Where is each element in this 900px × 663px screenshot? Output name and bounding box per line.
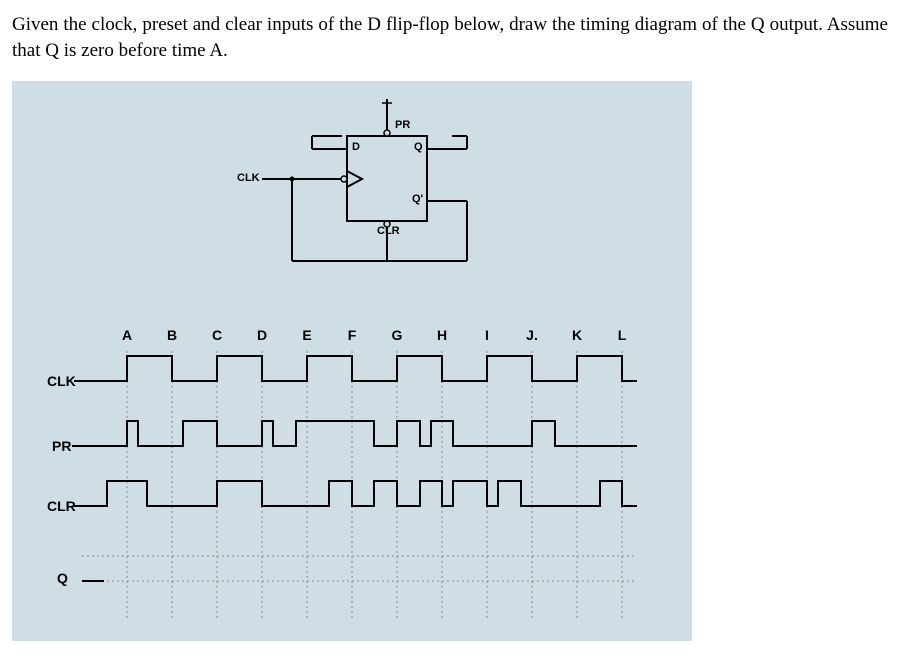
sig-q-label: Q [57,570,68,586]
figure-panel: PR D Q CLK Q' CLR [12,81,692,641]
sig-pr-label: PR [52,438,71,454]
clr-waveform [82,481,637,506]
question-prompt: Given the clock, preset and clear inputs… [12,12,888,63]
sig-clk-label: CLK [47,373,76,389]
pin-d-label: D [352,141,360,153]
pin-qbar-label: Q' [412,193,423,205]
flipflop-symbol [12,81,692,321]
time-label: C [212,327,222,343]
time-label: G [392,327,403,343]
pin-q-label: Q [414,141,423,153]
pin-clk-label: CLK [237,172,260,184]
pin-pr-label: PR [395,119,410,131]
time-label: I [485,327,489,343]
time-label: A [122,327,132,343]
time-label: D [257,327,267,343]
time-label: K [572,327,582,343]
time-label: L [618,327,627,343]
timing-diagram [12,321,692,641]
time-label: H [437,327,447,343]
sig-clr-label: CLR [47,498,76,514]
clk-waveform [82,356,637,381]
pin-clr-label: CLR [377,225,400,237]
time-label: J. [526,327,538,343]
pr-waveform [82,421,637,446]
time-label: E [302,327,311,343]
time-label: F [348,327,357,343]
time-label: B [167,327,177,343]
